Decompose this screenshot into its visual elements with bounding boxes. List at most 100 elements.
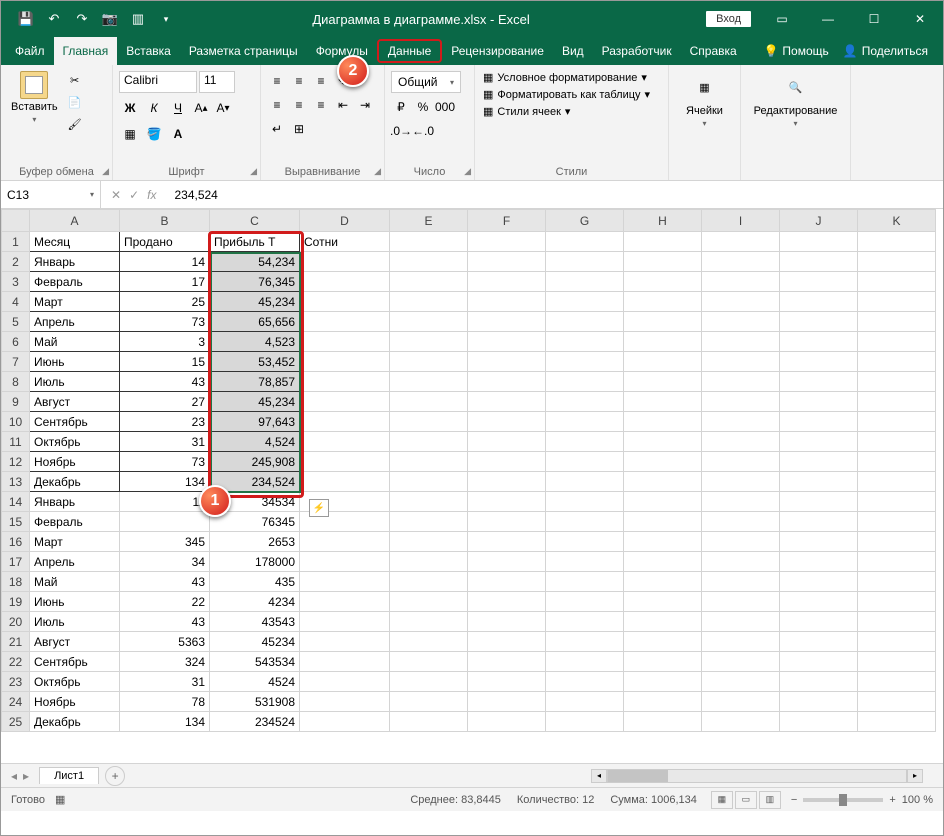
cell[interactable] xyxy=(390,672,468,692)
formula-input[interactable]: 234,524 xyxy=(166,188,943,202)
cell[interactable] xyxy=(624,292,702,312)
cell[interactable] xyxy=(390,412,468,432)
quick-analysis-icon[interactable]: ⚡ xyxy=(309,499,329,517)
cell[interactable] xyxy=(546,412,624,432)
cell[interactable] xyxy=(468,392,546,412)
dialog-launcher-icon[interactable]: ◢ xyxy=(464,166,471,177)
cell[interactable] xyxy=(702,692,780,712)
fx-icon[interactable]: fx xyxy=(147,188,156,202)
cell[interactable]: 65,656 xyxy=(210,312,300,332)
cell[interactable] xyxy=(624,712,702,732)
align-bottom-icon[interactable]: ≡ xyxy=(311,71,331,91)
align-top-icon[interactable]: ≡ xyxy=(267,71,287,91)
cell[interactable] xyxy=(468,372,546,392)
cell[interactable] xyxy=(468,712,546,732)
cell[interactable] xyxy=(546,552,624,572)
cell[interactable] xyxy=(858,632,936,652)
cell[interactable] xyxy=(858,412,936,432)
cell[interactable] xyxy=(546,572,624,592)
cell[interactable] xyxy=(780,632,858,652)
font-name-select[interactable]: Calibri xyxy=(119,71,197,93)
cell[interactable] xyxy=(546,392,624,412)
underline-button[interactable]: Ч xyxy=(167,97,189,119)
row-header[interactable]: 22 xyxy=(2,652,30,672)
italic-button[interactable]: К xyxy=(143,97,165,119)
cell[interactable] xyxy=(468,412,546,432)
row-header[interactable]: 11 xyxy=(2,432,30,452)
cell[interactable]: Июнь xyxy=(30,592,120,612)
cell[interactable]: 435 xyxy=(210,572,300,592)
cell[interactable] xyxy=(390,372,468,392)
cell[interactable] xyxy=(858,372,936,392)
tab-review[interactable]: Рецензирование xyxy=(442,37,553,65)
cell[interactable]: 5363 xyxy=(120,632,210,652)
cell[interactable]: Сентябрь xyxy=(30,412,120,432)
close-button[interactable]: ✕ xyxy=(897,1,943,37)
maximize-button[interactable]: ☐ xyxy=(851,1,897,37)
cell[interactable] xyxy=(468,592,546,612)
cell[interactable] xyxy=(468,292,546,312)
cell[interactable]: Июль xyxy=(30,612,120,632)
cell[interactable] xyxy=(624,612,702,632)
cell[interactable] xyxy=(546,372,624,392)
cell[interactable] xyxy=(702,292,780,312)
cell[interactable] xyxy=(546,492,624,512)
cell[interactable] xyxy=(546,532,624,552)
format-painter-icon[interactable]: 🖌 xyxy=(66,115,84,133)
cell[interactable] xyxy=(624,512,702,532)
cell[interactable]: Декабрь xyxy=(30,712,120,732)
cell[interactable] xyxy=(390,252,468,272)
cell[interactable] xyxy=(300,452,390,472)
increase-decimal-icon[interactable]: .0→ xyxy=(391,121,411,141)
cell[interactable]: Ноябрь xyxy=(30,692,120,712)
cell[interactable] xyxy=(624,632,702,652)
align-right-icon[interactable]: ≡ xyxy=(311,95,331,115)
cell[interactable] xyxy=(780,332,858,352)
align-left-icon[interactable]: ≡ xyxy=(267,95,287,115)
cell[interactable] xyxy=(300,392,390,412)
cell[interactable]: 45,234 xyxy=(210,392,300,412)
cell[interactable] xyxy=(624,312,702,332)
cell[interactable]: 54,234 xyxy=(210,252,300,272)
row-header[interactable]: 9 xyxy=(2,392,30,412)
cell[interactable] xyxy=(546,592,624,612)
cell[interactable] xyxy=(624,372,702,392)
increase-indent-icon[interactable]: ⇥ xyxy=(355,95,375,115)
name-box[interactable]: C13▾ xyxy=(1,181,101,208)
cell[interactable]: Февраль xyxy=(30,512,120,532)
cell[interactable] xyxy=(300,652,390,672)
cell[interactable] xyxy=(390,552,468,572)
tab-nav-prev-icon[interactable]: ◂ xyxy=(11,769,17,783)
cell[interactable] xyxy=(390,592,468,612)
cell[interactable] xyxy=(780,372,858,392)
cell[interactable] xyxy=(390,432,468,452)
dialog-launcher-icon[interactable]: ◢ xyxy=(250,166,257,177)
cell[interactable] xyxy=(858,452,936,472)
cell[interactable]: 53,452 xyxy=(210,352,300,372)
cell[interactable]: 4,524 xyxy=(210,432,300,452)
cell[interactable]: Март xyxy=(30,292,120,312)
cell[interactable]: 245,908 xyxy=(210,452,300,472)
cell[interactable]: 11 xyxy=(120,492,210,512)
sheet-tab[interactable]: Лист1 xyxy=(39,767,99,784)
cell[interactable] xyxy=(468,272,546,292)
cell[interactable] xyxy=(624,672,702,692)
cell[interactable] xyxy=(468,672,546,692)
cell[interactable] xyxy=(390,692,468,712)
macro-record-icon[interactable]: ▦ xyxy=(55,793,65,806)
touch-icon[interactable]: ▥ xyxy=(128,9,148,29)
cell[interactable]: 34 xyxy=(120,552,210,572)
cell[interactable] xyxy=(546,292,624,312)
cell[interactable] xyxy=(300,412,390,432)
increase-font-icon[interactable]: A▴ xyxy=(191,98,211,118)
cell[interactable] xyxy=(858,552,936,572)
cell[interactable] xyxy=(858,512,936,532)
cell[interactable]: Февраль xyxy=(30,272,120,292)
cell[interactable]: Август xyxy=(30,632,120,652)
cell[interactable]: Июль xyxy=(30,372,120,392)
cell[interactable] xyxy=(702,672,780,692)
cell[interactable] xyxy=(390,292,468,312)
cell[interactable] xyxy=(702,552,780,572)
row-header[interactable]: 14 xyxy=(2,492,30,512)
cell[interactable] xyxy=(546,272,624,292)
